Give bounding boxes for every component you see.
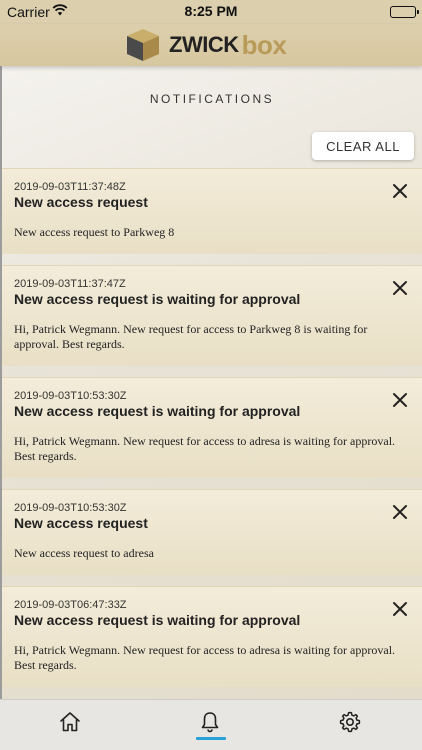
notification-list[interactable]: 2019-09-03T11:37:48Z New access request … <box>2 168 422 698</box>
brand-name-secondary: box <box>241 29 287 60</box>
bell-icon <box>201 712 219 733</box>
gear-icon <box>339 711 361 733</box>
notifications-screen[interactable]: NOTIFICATIONS CLEAR ALL 2019-09-03T11:37… <box>0 66 422 699</box>
notification-timestamp: 2019-09-03T11:37:48Z <box>14 181 126 193</box>
notification-message: New access request to adresa <box>14 546 154 560</box>
dismiss-button[interactable] <box>392 280 408 296</box>
close-icon <box>393 184 407 198</box>
notification-message: Hi, Patrick Wegmann. New request for acc… <box>14 434 396 463</box>
notification-title: New access request is waiting for approv… <box>14 612 301 628</box>
status-bar: Carrier 8:25 PM <box>0 0 422 24</box>
notification-message: Hi, Patrick Wegmann. New request for acc… <box>14 322 368 351</box>
dismiss-button[interactable] <box>392 504 408 520</box>
notification-title: New access request is waiting for approv… <box>14 403 301 419</box>
notification-card[interactable]: 2019-09-03T11:37:47Z New access request … <box>2 265 422 366</box>
notification-timestamp: 2019-09-03T10:53:30Z <box>14 502 127 514</box>
notification-message: New access request to Parkweg 8 <box>14 225 175 239</box>
tab-settings[interactable] <box>338 710 364 736</box>
clear-all-button[interactable]: CLEAR ALL <box>312 132 414 160</box>
active-tab-indicator <box>196 737 226 740</box>
notification-title: New access request is waiting for approv… <box>14 291 301 307</box>
notification-message: Hi, Patrick Wegmann. New request for acc… <box>14 643 396 672</box>
notification-card[interactable]: 2019-09-03T10:53:30Z New access request … <box>2 377 422 478</box>
zwickbox-logo: ZWICK box <box>125 26 287 64</box>
tab-bar <box>0 699 422 750</box>
close-icon <box>393 393 407 407</box>
close-icon <box>393 602 407 616</box>
dismiss-button[interactable] <box>392 601 408 617</box>
box-logo-icon <box>127 29 159 61</box>
tab-home[interactable] <box>58 710 84 736</box>
dismiss-button[interactable] <box>392 392 408 408</box>
brand-name-primary: ZWICK <box>169 32 239 57</box>
battery-icon <box>390 6 419 18</box>
close-icon <box>393 281 407 295</box>
home-icon <box>60 712 80 732</box>
close-icon <box>393 505 407 519</box>
notification-timestamp: 2019-09-03T10:53:30Z <box>14 390 127 402</box>
notification-card[interactable]: 2019-09-03T11:37:48Z New access request … <box>2 168 422 254</box>
tab-notifications[interactable] <box>198 710 224 736</box>
app-header: ZWICK box <box>0 24 422 66</box>
notification-timestamp: 2019-09-03T06:47:33Z <box>14 599 127 611</box>
status-time: 8:25 PM <box>184 3 238 19</box>
notification-timestamp: 2019-09-03T11:37:47Z <box>14 278 126 290</box>
notification-title: New access request <box>14 194 148 210</box>
notification-card[interactable]: 2019-09-03T10:53:30Z New access request … <box>2 489 422 575</box>
page-title: NOTIFICATIONS <box>149 92 275 106</box>
notification-title: New access request <box>14 515 148 531</box>
notification-card[interactable]: 2019-09-03T06:47:33Z New access request … <box>2 586 422 687</box>
dismiss-button[interactable] <box>392 183 408 199</box>
